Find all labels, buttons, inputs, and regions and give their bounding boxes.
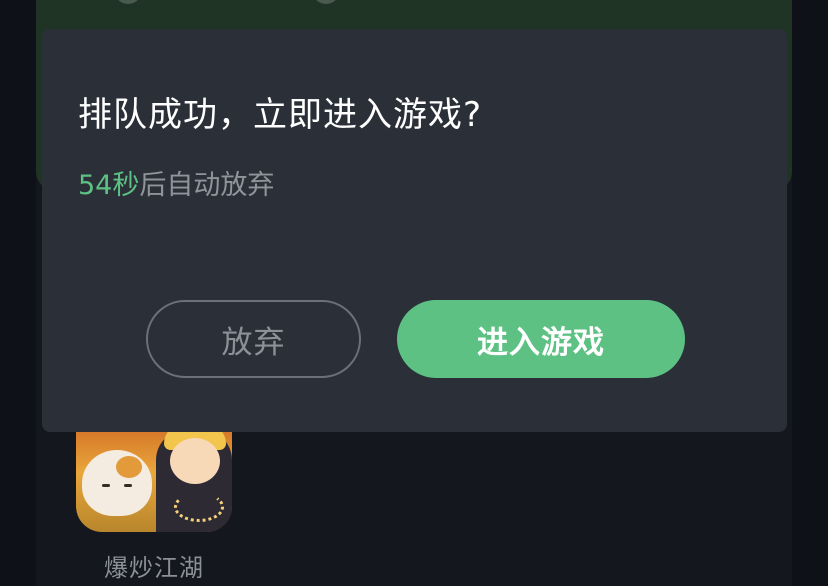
countdown-suffix: 后自动放弃 (139, 170, 275, 201)
cat-character-icon (82, 450, 152, 516)
dialog-title: 排队成功，立即进入游戏? (78, 95, 483, 135)
game-name-label[interactable]: 爆炒江湖 (76, 548, 232, 583)
background-avatar-icon (114, 0, 142, 4)
abandon-button[interactable]: 放弃 (146, 300, 361, 378)
hero-character-icon (156, 424, 232, 532)
queue-success-dialog: 排队成功，立即进入游戏? 54秒后自动放弃 放弃 进入游戏 (42, 29, 787, 432)
background-avatar-icon (312, 0, 340, 4)
countdown-text: 54秒后自动放弃 (78, 163, 274, 202)
enter-game-button[interactable]: 进入游戏 (397, 300, 685, 378)
countdown-value: 54秒 (78, 170, 140, 201)
